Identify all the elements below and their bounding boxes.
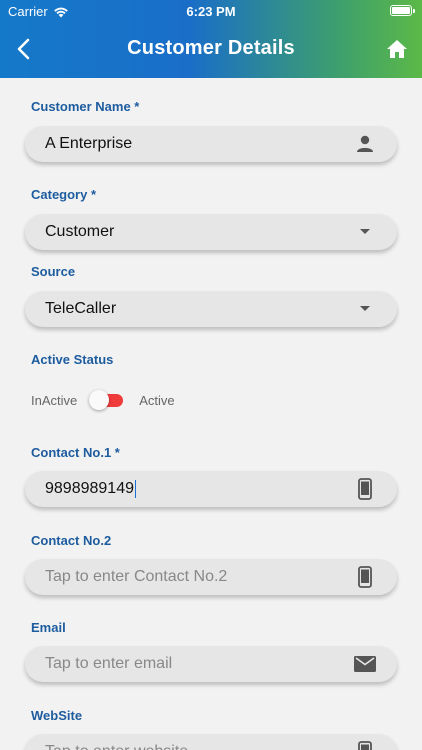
website-field[interactable] [25, 734, 397, 750]
phone-icon [353, 565, 377, 589]
contact1-field[interactable]: 9898989149 [25, 471, 397, 507]
text-cursor [134, 479, 137, 498]
dropdown-arrow-icon [353, 220, 377, 244]
phone-icon [353, 477, 377, 501]
website-input[interactable] [45, 743, 353, 750]
contact1-label: Contact No.1 * [31, 445, 120, 460]
page-title: Customer Details [127, 37, 295, 59]
source-label: Source [31, 264, 76, 279]
source-value: TeleCaller [45, 300, 117, 317]
category-dropdown[interactable]: Customer [25, 214, 397, 250]
person-icon [353, 132, 377, 156]
active-status-label: Active Status [31, 352, 114, 367]
status-time: 6:23 PM [186, 4, 236, 19]
contact2-input[interactable] [45, 568, 353, 586]
home-icon [387, 40, 407, 58]
contact1-value-wrap: 9898989149 [45, 479, 353, 498]
customer-name-field[interactable]: A Enterprise [25, 126, 397, 162]
source-dropdown[interactable]: TeleCaller [25, 291, 397, 327]
battery-icon [390, 5, 415, 16]
email-label: Email [31, 620, 66, 635]
app-header: Carrier 6:23 PM Customer Details [0, 0, 422, 78]
active-label: Active [139, 392, 175, 408]
active-status-row: InActive Active [31, 390, 175, 410]
customer-name-label: Customer Name * [31, 99, 140, 114]
email-input[interactable] [45, 655, 353, 673]
active-status-switch[interactable] [89, 390, 127, 410]
website-label: WebSite [31, 708, 83, 723]
home-button[interactable] [384, 36, 410, 62]
dropdown-arrow-icon [353, 297, 377, 321]
category-label: Category * [31, 187, 97, 202]
customer-name-value: A Enterprise [45, 135, 133, 152]
switch-thumb[interactable] [89, 390, 110, 410]
status-bar: Carrier 6:23 PM [0, 0, 422, 22]
phone-icon [353, 740, 377, 750]
inactive-label: InActive [31, 392, 78, 408]
contact1-value: 9898989149 [45, 480, 134, 498]
email-field[interactable] [25, 646, 397, 682]
contact2-field[interactable] [25, 559, 397, 595]
category-value: Customer [45, 223, 115, 240]
mail-icon [353, 652, 377, 676]
contact2-label: Contact No.2 [31, 533, 112, 548]
